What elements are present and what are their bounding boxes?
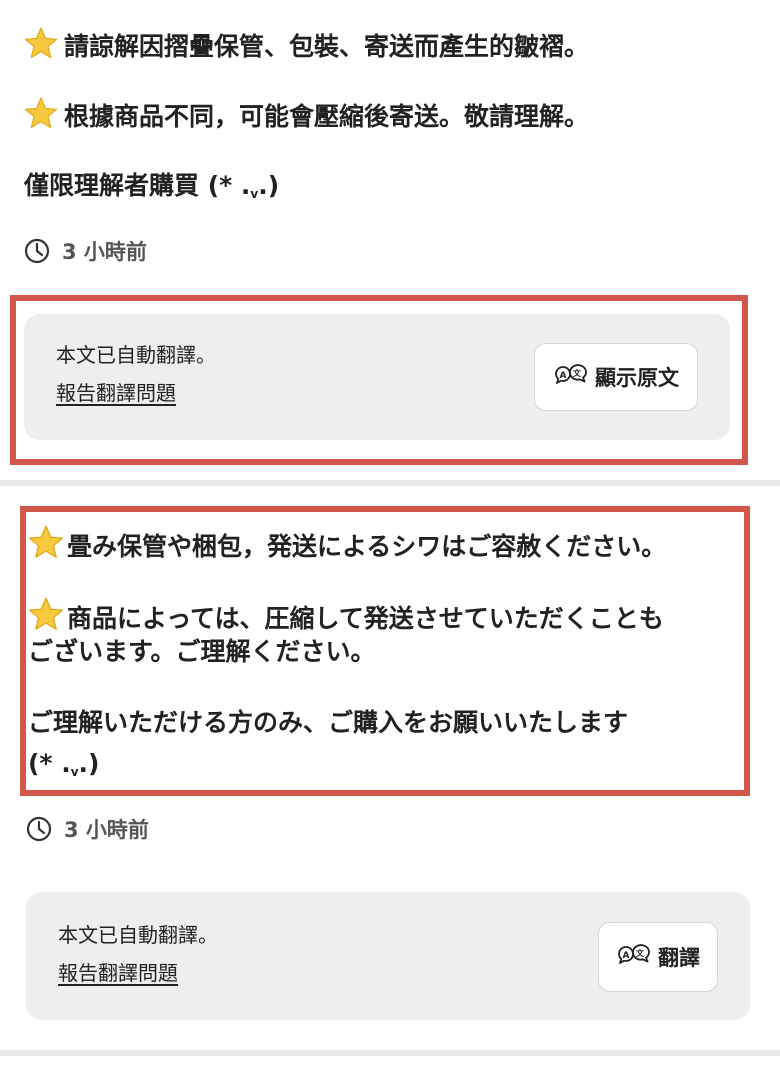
section-divider [0,480,780,486]
post2-line2b: ございます。ご理解ください。 [28,634,376,670]
post2-line2b-text: ございます。ご理解ください。 [28,637,376,666]
report-translation-link[interactable]: 報告翻譯問題 [58,958,178,988]
star-icon [28,596,64,632]
star-icon [24,26,58,60]
svg-text:A: A [560,371,567,381]
star-icon [28,524,64,560]
post2-line3a-text: ご理解いただける方のみ、ご購入をお願いいたします [28,708,629,737]
star-icon [24,96,58,130]
translation-notice: 本文已自動翻譯。 [58,923,218,947]
post1-line3: 僅限理解者購買 (* .v.) [24,168,279,212]
translation-card-1: 本文已自動翻譯。 報告翻譯問題 A 文 顯示原文 [24,314,730,440]
show-original-label: 顯示原文 [595,366,679,390]
post1-timestamp: 3 小時前 [24,236,147,266]
svg-text:文: 文 [636,948,645,958]
post2-line3b-small: v [70,765,79,779]
post1-line2-text: 根據商品不同，可能會壓縮後寄送。敬請理解。 [64,102,590,131]
translate-icon: A 文 [616,944,650,970]
post2-time-text: 3 小時前 [64,818,149,842]
post1-line1: 請諒解因摺疊保管、包裝、寄送而產生的皺褶。 [24,26,589,65]
post2-line3b-text: (* . [28,749,71,778]
translate-button[interactable]: A 文 翻譯 [598,922,718,992]
post1-time-text: 3 小時前 [62,240,147,264]
post2-timestamp: 3 小時前 [26,814,149,844]
post2-line3b-end: .) [78,749,100,778]
report-translation-link[interactable]: 報告翻譯問題 [56,378,176,408]
show-original-button[interactable]: A 文 顯示原文 [534,343,698,411]
post2-line2a: 商品によっては、圧縮して発送させていただくことも [28,596,664,637]
post2-line1: 畳み保管や梱包，発送によるシワはご容赦ください。 [28,524,666,565]
post2-line1-text: 畳み保管や梱包，発送によるシワはご容赦ください。 [67,532,667,561]
svg-text:文: 文 [573,368,582,378]
post1-line2: 根據商品不同，可能會壓縮後寄送。敬請理解。 [24,96,589,135]
post2-line2a-text: 商品によっては、圧縮して発送させていただくことも [67,604,664,633]
post1-line3-end: .) [258,171,280,200]
clock-icon [26,816,52,842]
translation-notice: 本文已自動翻譯。 [56,343,216,367]
svg-text:A: A [623,951,630,961]
clock-icon [24,238,50,264]
post1-line1-text: 請諒解因摺疊保管、包裝、寄送而產生的皺褶。 [64,32,590,61]
post1-line3-text: 僅限理解者購買 (* . [24,171,251,200]
translation-card-2: 本文已自動翻譯。 報告翻譯問題 A 文 翻譯 [26,892,750,1020]
post2-line3a: ご理解いただける方のみ、ご購入をお願いいたします [28,705,628,741]
translate-icon: A 文 [553,364,587,390]
translate-label: 翻譯 [658,946,700,970]
bottom-divider [0,1050,780,1056]
post2-line3b: (* .v.) [28,746,99,790]
